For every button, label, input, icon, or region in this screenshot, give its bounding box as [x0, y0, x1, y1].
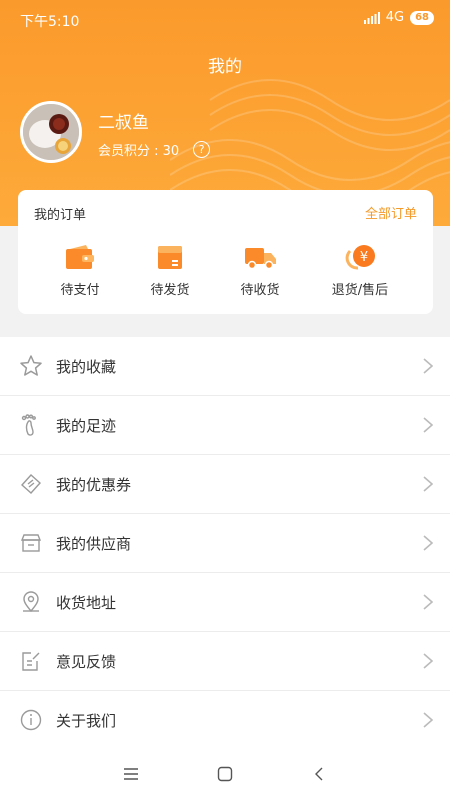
- chevron-right-icon: [423, 358, 434, 374]
- order-item-label: 退货/售后: [331, 283, 389, 298]
- orders-title: 我的订单: [34, 208, 87, 223]
- menu-footprints[interactable]: 我的足迹: [0, 396, 450, 455]
- menu-label: 我的供应商: [56, 535, 132, 553]
- order-item-label: 待收货: [240, 283, 280, 298]
- avatar[interactable]: [20, 101, 82, 163]
- order-refund-aftersale[interactable]: ¥ 退货/售后: [315, 243, 405, 298]
- info-icon: [20, 709, 42, 731]
- order-item-label: 待发货: [150, 283, 190, 298]
- menu-coupons[interactable]: 我的优惠券: [0, 455, 450, 514]
- order-pending-payment[interactable]: 待支付: [35, 243, 125, 298]
- status-bar: 下午5:10 4G 68: [0, 0, 450, 38]
- refund-yen-icon: ¥: [344, 243, 376, 271]
- menu-label: 关于我们: [56, 712, 117, 730]
- location-pin-icon: [23, 591, 39, 613]
- chevron-right-icon: [423, 476, 434, 492]
- page-title: 我的: [208, 57, 242, 77]
- avatar-image: [23, 104, 79, 160]
- battery-indicator: 68: [410, 10, 434, 25]
- order-pending-shipment[interactable]: 待发货: [125, 243, 215, 298]
- order-item-label: 待支付: [60, 283, 100, 298]
- box-icon: [154, 243, 186, 271]
- svg-text:¥: ¥: [360, 250, 368, 265]
- menu-label: 我的优惠券: [56, 476, 132, 494]
- chevron-right-icon: [423, 594, 434, 610]
- menu-label: 意见反馈: [56, 653, 117, 671]
- store-icon: [20, 534, 42, 552]
- menu-addresses[interactable]: 收货地址: [0, 573, 450, 632]
- menu-icon[interactable]: [122, 765, 140, 783]
- all-orders-link[interactable]: 全部订单: [365, 203, 417, 222]
- question-circle-icon[interactable]: ?: [193, 141, 211, 158]
- coupon-icon: [21, 474, 41, 494]
- chevron-right-icon: [423, 535, 434, 551]
- footprint-icon: [21, 414, 36, 436]
- network-type: 4G: [385, 10, 405, 25]
- home-icon[interactable]: [216, 765, 234, 783]
- system-nav-bar: [0, 748, 450, 800]
- menu-suppliers[interactable]: 我的供应商: [0, 514, 450, 573]
- menu-about-us[interactable]: 关于我们: [0, 691, 450, 750]
- wallet-icon: [64, 243, 96, 271]
- orders-card: 我的订单 全部订单 待支付 待发货 待收货 ¥ 退货/售后: [18, 190, 433, 314]
- star-icon: [20, 355, 42, 376]
- settings-menu: 我的收藏 我的足迹 我的优惠券 我的供应商 收货地址 意见反馈 关于我们: [0, 337, 450, 750]
- chevron-right-icon: [423, 712, 434, 728]
- truck-icon: [244, 243, 276, 271]
- menu-label: 收货地址: [56, 594, 117, 612]
- status-time: 下午5:10: [20, 14, 80, 30]
- menu-feedback[interactable]: 意见反馈: [0, 632, 450, 691]
- order-pending-receipt[interactable]: 待收货: [215, 243, 305, 298]
- signal-icon: [363, 11, 380, 24]
- menu-label: 我的收藏: [56, 358, 117, 376]
- chevron-right-icon: [423, 653, 434, 669]
- back-icon[interactable]: [311, 765, 329, 783]
- points-label: 会员积分 : 30: [98, 144, 180, 159]
- chevron-right-icon: [423, 417, 434, 433]
- menu-favorites[interactable]: 我的收藏: [0, 337, 450, 396]
- feedback-icon: [22, 652, 40, 671]
- menu-label: 我的足迹: [56, 417, 117, 435]
- username: 二叔鱼: [98, 113, 149, 133]
- member-points: 会员积分 : 30 ?: [98, 140, 211, 159]
